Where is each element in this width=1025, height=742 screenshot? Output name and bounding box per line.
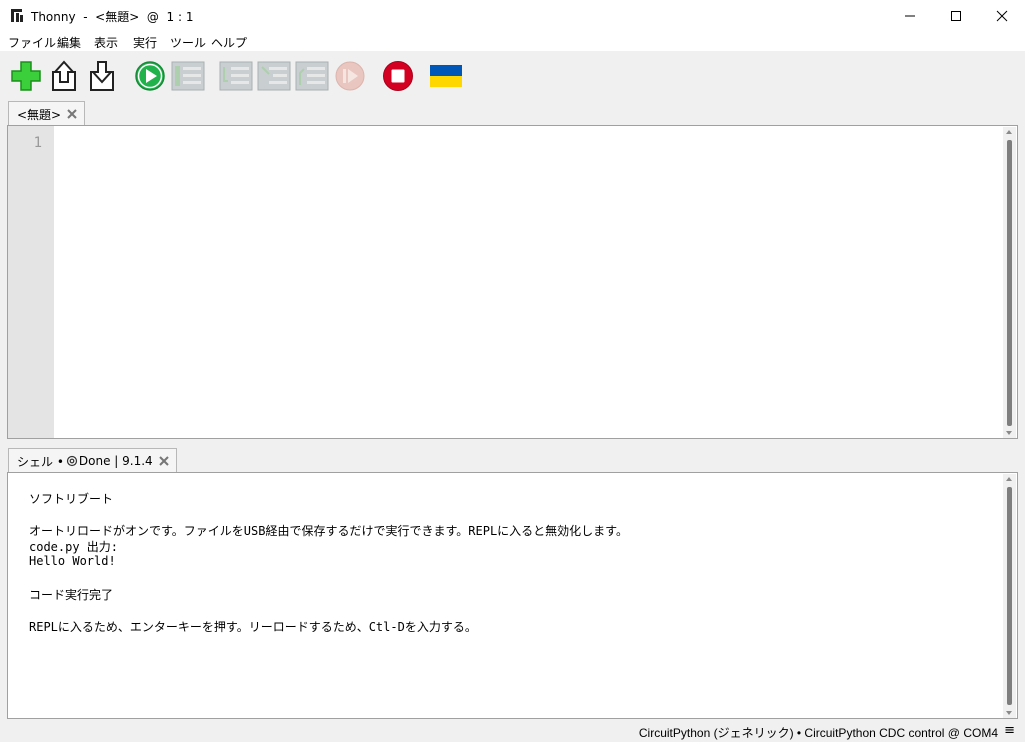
shell-tab-label: シェル • — [17, 454, 64, 469]
shell-panel[interactable]: ソフトリブート オートリロードがオンです。ファイルをUSB経由で保存するだけで実… — [7, 472, 1018, 719]
title-bar: Thonny - <無題> @ 1 : 1 — [0, 0, 1025, 31]
step-into-button[interactable] — [257, 59, 291, 93]
scroll-up-icon[interactable] — [1006, 130, 1012, 134]
step-over-icon — [219, 61, 253, 91]
line-number-gutter: 1 — [8, 126, 54, 438]
hamburger-menu-icon[interactable]: ≡ — [1004, 723, 1015, 738]
stop-icon — [383, 61, 413, 91]
menu-run[interactable]: 実行 — [133, 34, 157, 51]
open-file-icon — [52, 60, 76, 91]
window-title: Thonny - <無題> @ 1 : 1 — [31, 10, 194, 24]
save-file-button[interactable] — [85, 59, 119, 93]
line-number: 1 — [33, 135, 42, 151]
new-file-button[interactable] — [9, 59, 43, 93]
editor-vertical-scrollbar[interactable] — [1003, 127, 1016, 438]
interpreter-selector[interactable]: CircuitPython (ジェネリック) • CircuitPython C… — [639, 724, 998, 741]
debug-button[interactable] — [171, 59, 205, 93]
ukraine-support-button[interactable] — [429, 59, 463, 93]
shell-output-line: REPLに入るため、エンターキーを押す。リーロードするため、Ctl-Dを入力する… — [29, 620, 477, 634]
shell-output-line: ソフトリブート — [29, 492, 114, 506]
step-out-icon — [295, 61, 329, 91]
maximize-button[interactable] — [933, 0, 979, 31]
menu-view[interactable]: 表示 — [94, 34, 118, 51]
thonny-app-icon — [11, 9, 23, 22]
close-window-button[interactable] — [979, 0, 1025, 31]
resume-icon — [335, 61, 365, 91]
resume-button[interactable] — [333, 59, 367, 93]
open-file-button[interactable] — [47, 59, 81, 93]
maximize-icon — [951, 10, 961, 21]
shell-vertical-scrollbar[interactable] — [1003, 474, 1016, 718]
shell-output-line: オートリロードがオンです。ファイルをUSB経由で保存するだけで実行できます。RE… — [29, 524, 628, 538]
close-icon[interactable] — [66, 108, 78, 120]
new-file-icon — [11, 61, 41, 91]
scroll-up-icon[interactable] — [1006, 477, 1012, 481]
shell-scroll-thumb[interactable] — [1007, 487, 1012, 705]
menu-file[interactable]: ファイル — [8, 34, 56, 51]
close-icon — [996, 10, 1008, 21]
editor-tab-label: <無題> — [17, 107, 62, 122]
scroll-down-icon[interactable] — [1006, 431, 1012, 435]
shell-output-line: Hello World! — [29, 554, 116, 568]
step-into-icon — [257, 61, 291, 91]
ukraine-flag-icon — [430, 65, 462, 87]
shell-output-line: code.py 出力: — [29, 540, 119, 554]
menu-edit[interactable]: 編集 — [57, 34, 81, 51]
step-over-button[interactable] — [219, 59, 253, 93]
toolbar — [0, 51, 1025, 99]
save-file-icon — [90, 61, 114, 91]
code-editor[interactable]: 1 — [7, 125, 1018, 439]
status-bar: CircuitPython (ジェネリック) • CircuitPython C… — [0, 721, 1025, 742]
shell-output-line: コード実行完了 — [29, 588, 114, 602]
minimize-button[interactable] — [887, 0, 933, 31]
at-sign-icon — [66, 455, 78, 467]
debug-icon — [171, 61, 205, 91]
menu-tools[interactable]: ツール — [170, 34, 206, 51]
close-icon[interactable] — [158, 455, 170, 467]
tab-editor-untitled[interactable]: <無題> — [8, 101, 86, 126]
shell-tab-status: Done | 9.1.4 — [78, 454, 153, 468]
step-out-button[interactable] — [295, 59, 329, 93]
menu-bar: ファイル 編集 表示 実行 ツール ヘルプ — [0, 31, 1025, 51]
stop-button[interactable] — [381, 59, 415, 93]
run-button[interactable] — [133, 59, 167, 93]
menu-help[interactable]: ヘルプ — [211, 34, 247, 51]
scroll-down-icon[interactable] — [1006, 711, 1012, 715]
tab-shell[interactable]: シェル • Done | 9.1.4 — [8, 448, 177, 473]
editor-scroll-thumb[interactable] — [1007, 140, 1012, 426]
minimize-icon — [905, 15, 915, 16]
run-icon — [135, 61, 165, 91]
